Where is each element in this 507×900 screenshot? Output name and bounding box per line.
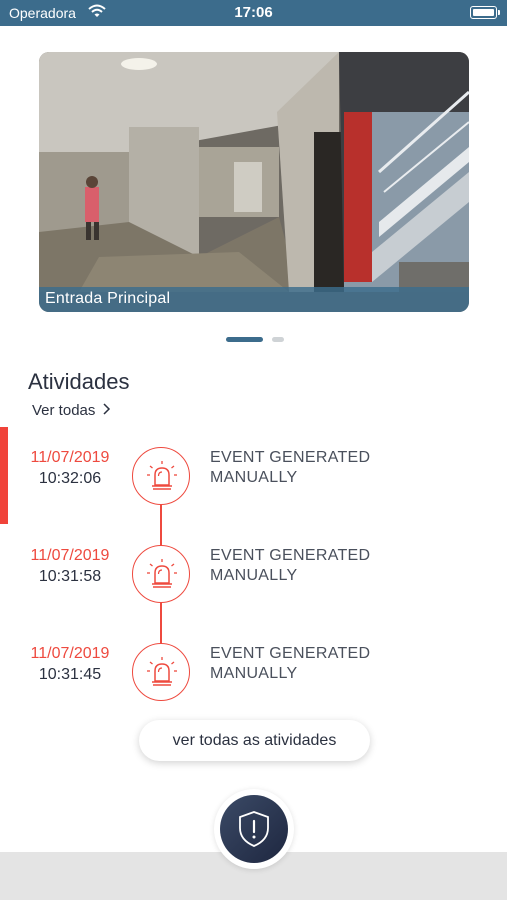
camera-name: Entrada Principal bbox=[45, 290, 171, 307]
shield-alert-icon bbox=[239, 811, 269, 847]
alarm-siren-icon bbox=[132, 447, 190, 505]
pager-dot-active[interactable] bbox=[226, 337, 263, 342]
camera-label-bar: Entrada Principal bbox=[39, 287, 469, 312]
status-bar: Operadora 17:06 bbox=[0, 0, 507, 26]
event-description-line2: MANUALLY bbox=[210, 567, 298, 584]
see-all-label: Ver todas bbox=[32, 402, 96, 419]
activity-item[interactable]: 11/07/2019 10:31:58 EVENT GENERATED MANU… bbox=[0, 545, 507, 605]
event-description: EVENT GENERATED MANUALLY bbox=[210, 448, 410, 488]
event-description-line2: MANUALLY bbox=[210, 469, 298, 486]
timeline-connector bbox=[160, 603, 162, 645]
event-description-line1: EVENT GENERATED bbox=[210, 645, 371, 662]
activities-title: Atividades bbox=[28, 369, 130, 394]
alarm-siren-icon bbox=[132, 545, 190, 603]
event-date: 11/07/2019 bbox=[30, 547, 110, 564]
see-all-link[interactable]: Ver todas bbox=[32, 402, 111, 419]
event-description: EVENT GENERATED MANUALLY bbox=[210, 644, 410, 684]
event-time: 10:31:58 bbox=[38, 568, 102, 585]
camera-card[interactable]: Entrada Principal bbox=[39, 52, 469, 312]
pager-dot[interactable] bbox=[272, 337, 284, 342]
chevron-right-icon bbox=[103, 402, 111, 419]
event-description-line2: MANUALLY bbox=[210, 665, 298, 682]
event-description-line1: EVENT GENERATED bbox=[210, 547, 371, 564]
event-date: 11/07/2019 bbox=[30, 645, 110, 662]
panic-button[interactable] bbox=[220, 795, 288, 863]
activity-item[interactable]: 11/07/2019 10:32:06 EVENT GENERATED MANU… bbox=[0, 447, 507, 507]
event-time: 10:31:45 bbox=[38, 666, 102, 683]
view-all-activities-button[interactable]: ver todas as atividades bbox=[139, 720, 370, 761]
status-time: 17:06 bbox=[234, 4, 273, 21]
timeline-connector bbox=[160, 505, 162, 547]
event-date: 11/07/2019 bbox=[30, 449, 110, 466]
event-description: EVENT GENERATED MANUALLY bbox=[210, 546, 410, 586]
alarm-siren-icon bbox=[132, 643, 190, 701]
battery-icon bbox=[470, 6, 500, 19]
event-time: 10:32:06 bbox=[38, 470, 102, 487]
camera-snapshot bbox=[39, 52, 469, 292]
activity-item[interactable]: 11/07/2019 10:31:45 EVENT GENERATED MANU… bbox=[0, 643, 507, 703]
carousel-pager bbox=[0, 337, 507, 343]
event-description-line1: EVENT GENERATED bbox=[210, 449, 371, 466]
